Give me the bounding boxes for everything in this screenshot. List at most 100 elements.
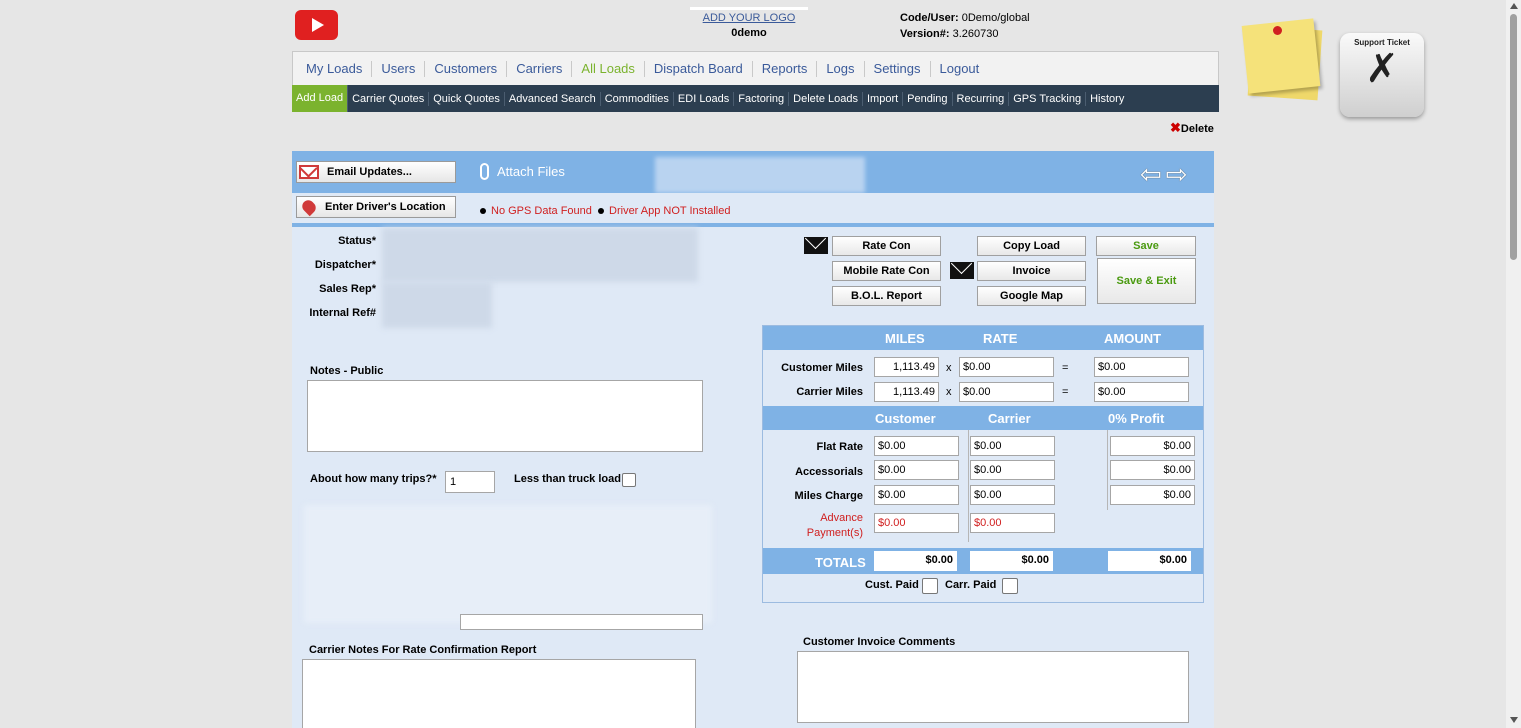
amount-header: AMOUNT — [1104, 331, 1162, 346]
accessorials-profit-field: $0.00 — [1110, 460, 1195, 480]
sales-rep-label: Sales Rep* — [319, 283, 376, 295]
cust-paid-label: Cust. Paid — [865, 579, 919, 591]
rate-con-button[interactable]: Rate Con — [832, 236, 941, 256]
email-rate-con-icon[interactable] — [804, 237, 828, 254]
advance-carrier-input[interactable]: $0.00 — [970, 513, 1055, 533]
flat-rate-customer-input[interactable]: $0.00 — [874, 436, 959, 456]
company-name: 0demo — [731, 27, 767, 39]
carrier-amount-input[interactable]: $0.00 — [1094, 382, 1189, 402]
profit-header: 0% Profit — [1108, 411, 1165, 426]
google-map-button[interactable]: Google Map — [977, 286, 1086, 306]
miles-charge-customer-input[interactable]: $0.00 — [874, 485, 959, 505]
attach-files-button[interactable]: Attach Files — [480, 163, 565, 180]
carrier-notes-textarea[interactable] — [302, 659, 696, 728]
nav-settings[interactable]: Settings — [865, 60, 931, 77]
customer-invoice-comments-textarea[interactable] — [797, 651, 1189, 723]
page-scrollbar[interactable] — [1506, 0, 1521, 728]
carrier-notes-label: Carrier Notes For Rate Confirmation Repo… — [309, 644, 537, 656]
copy-load-button[interactable]: Copy Load — [977, 236, 1086, 256]
email-invoice-icon[interactable] — [950, 262, 974, 279]
blurred-field[interactable] — [460, 614, 703, 630]
advance-customer-input[interactable]: $0.00 — [874, 513, 959, 533]
blurred-selects[interactable] — [382, 228, 698, 282]
advance-label-line2: Payment(s) — [806, 527, 863, 539]
subnav-carrier-quotes[interactable]: Carrier Quotes — [348, 91, 430, 106]
accessorials-customer-input[interactable]: $0.00 — [874, 460, 959, 480]
version-value: 3.260730 — [952, 28, 999, 40]
nav-my-loads[interactable]: My Loads — [297, 60, 373, 77]
accessorials-carrier-input[interactable]: $0.00 — [970, 460, 1055, 480]
subnav-history[interactable]: History — [1086, 92, 1128, 106]
mobile-rate-con-button[interactable]: Mobile Rate Con — [832, 261, 941, 281]
subnav-commodities[interactable]: Commodities — [601, 91, 674, 106]
subnav-recurring[interactable]: Recurring — [953, 91, 1010, 106]
attach-files-label: Attach Files — [497, 164, 565, 179]
multiply-sign: x — [946, 362, 952, 374]
ltl-checkbox[interactable] — [622, 473, 636, 487]
carr-paid-checkbox[interactable] — [1002, 578, 1018, 594]
carr-paid-label: Carr. Paid — [945, 579, 997, 591]
customer-amount-input[interactable]: $0.00 — [1094, 357, 1189, 377]
account-info: Code/User: 0Demo/global Version#: 3.2607… — [900, 10, 1030, 42]
map-pin-icon — [299, 197, 319, 217]
save-exit-button[interactable]: Save & Exit — [1097, 258, 1196, 304]
carrier-header: Carrier — [988, 411, 1031, 426]
scroll-down-icon[interactable] — [1510, 717, 1518, 723]
nav-all-loads[interactable]: All Loads — [572, 60, 645, 77]
nav-customers[interactable]: Customers — [425, 60, 508, 77]
save-button[interactable]: Save — [1096, 236, 1196, 256]
customer-miles-input[interactable]: 1,113.49 — [874, 357, 939, 377]
subnav-factoring[interactable]: Factoring — [734, 91, 790, 106]
subnav-advanced-search[interactable]: Advanced Search — [505, 91, 601, 106]
enter-driver-location-button[interactable]: Enter Driver's Location — [296, 196, 456, 218]
envelope-icon — [299, 165, 319, 179]
customer-rate-input[interactable]: $0.00 — [959, 357, 1054, 377]
nav-users[interactable]: Users — [372, 60, 426, 77]
delete-button[interactable]: ✖Delete — [1170, 120, 1214, 136]
subnav-add-load[interactable]: Add Load — [292, 85, 349, 112]
prev-next-arrows[interactable]: ⇦⇨ — [1140, 159, 1192, 190]
code-label: Code/User: — [900, 12, 959, 24]
subnav-delete-loads[interactable]: Delete Loads — [789, 91, 863, 106]
nav-logs[interactable]: Logs — [817, 60, 865, 77]
scroll-thumb[interactable] — [1510, 14, 1517, 260]
customer-invoice-comments-label: Customer Invoice Comments — [803, 636, 956, 648]
subnav-edi-loads[interactable]: EDI Loads — [674, 91, 735, 106]
notes-public-textarea[interactable] — [307, 380, 703, 452]
subnav-import[interactable]: Import — [863, 91, 904, 106]
subnav-gps-tracking[interactable]: GPS Tracking — [1009, 91, 1087, 106]
flat-rate-profit-field: $0.00 — [1110, 436, 1195, 456]
support-ticket-button[interactable]: Support Ticket ✗ — [1340, 33, 1424, 117]
youtube-icon[interactable] — [295, 10, 338, 40]
carrier-miles-input[interactable]: 1,113.49 — [874, 382, 939, 402]
email-updates-button[interactable]: Email Updates... — [296, 161, 456, 183]
advance-payments-label: Advance Payment(s) — [763, 511, 863, 541]
version-label: Version#: — [900, 28, 950, 40]
add-logo-link[interactable]: ADD YOUR LOGO — [703, 12, 796, 24]
trips-label: About how many trips?* — [310, 473, 437, 485]
paperclip-icon — [480, 163, 489, 180]
trips-input[interactable]: 1 — [445, 471, 495, 493]
nav-reports[interactable]: Reports — [753, 60, 818, 77]
carrier-miles-label: Carrier Miles — [796, 386, 863, 398]
blurred-inputs[interactable] — [382, 282, 492, 328]
scroll-up-icon[interactable] — [1510, 3, 1518, 9]
column-divider — [968, 430, 969, 542]
subnav-pending[interactable]: Pending — [903, 91, 953, 106]
ltl-label: Less than truck load — [514, 473, 621, 485]
total-carrier: $0.00 — [970, 551, 1053, 571]
flat-rate-carrier-input[interactable]: $0.00 — [970, 436, 1055, 456]
nav-logout[interactable]: Logout — [931, 61, 989, 77]
customer-miles-label: Customer Miles — [781, 362, 863, 374]
subnav-quick-quotes[interactable]: Quick Quotes — [429, 91, 505, 106]
nav-carriers[interactable]: Carriers — [507, 60, 573, 77]
calc-header-miles-rate: MILES RATE AMOUNT — [763, 326, 1203, 350]
invoice-button[interactable]: Invoice — [977, 261, 1086, 281]
cust-paid-checkbox[interactable] — [922, 578, 938, 594]
nav-dispatch-board[interactable]: Dispatch Board — [645, 60, 753, 77]
carrier-rate-input[interactable]: $0.00 — [959, 382, 1054, 402]
flat-rate-label: Flat Rate — [816, 441, 863, 453]
miles-charge-carrier-input[interactable]: $0.00 — [970, 485, 1055, 505]
equals-sign: = — [1062, 362, 1069, 374]
bol-report-button[interactable]: B.O.L. Report — [832, 286, 941, 306]
